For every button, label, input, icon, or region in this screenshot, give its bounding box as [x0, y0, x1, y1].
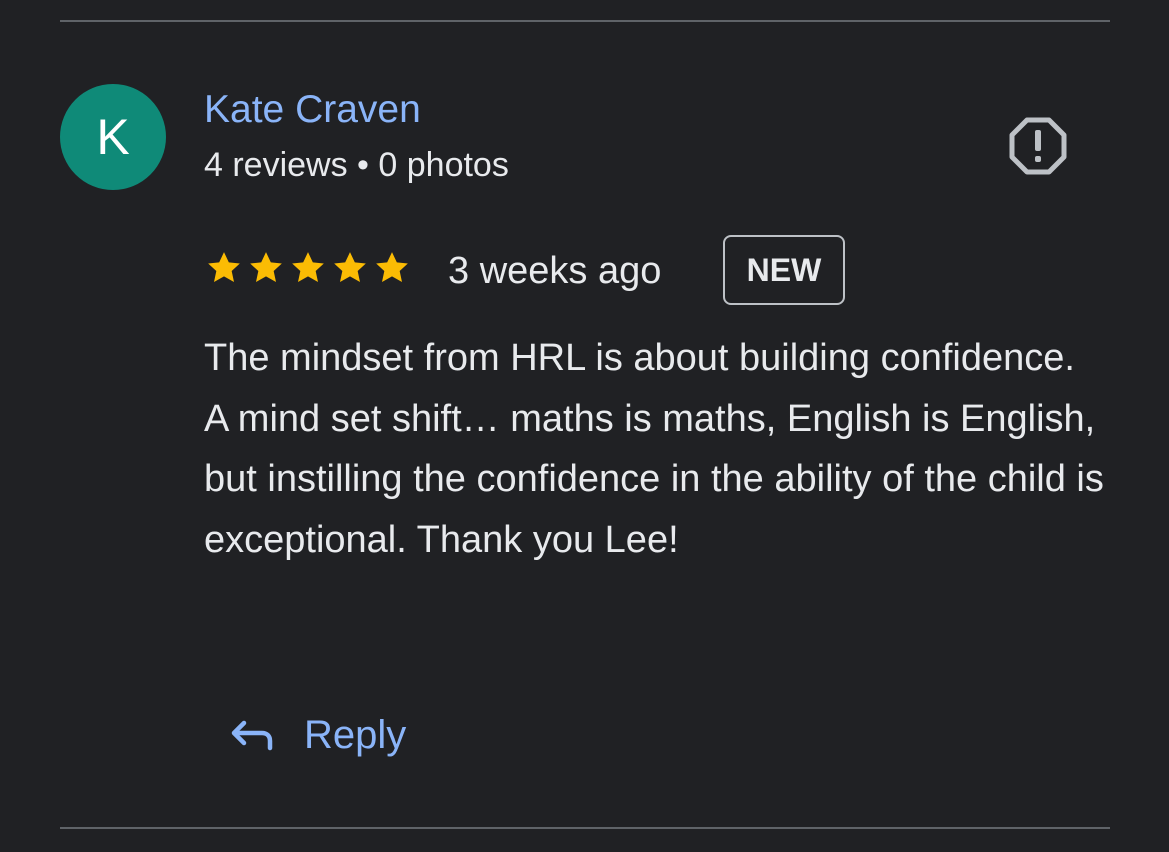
reply-arrow-icon	[231, 720, 273, 751]
review-card: K Kate Craven 4 reviews • 0 photos 3 wee…	[0, 0, 1169, 852]
star-icon	[376, 252, 408, 282]
star-icon	[292, 252, 324, 282]
avatar[interactable]: K	[60, 84, 166, 190]
star-rating	[204, 248, 412, 288]
star-icon	[250, 252, 282, 282]
review-time: 3 weeks ago	[448, 250, 662, 292]
report-flag-icon[interactable]	[1006, 114, 1070, 178]
author-meta: 4 reviews • 0 photos	[204, 146, 509, 184]
bottom-divider	[60, 827, 1110, 829]
reply-button[interactable]: Reply	[228, 700, 406, 770]
reply-label: Reply	[304, 712, 407, 757]
review-text: The mindset from HRL is about building c…	[204, 337, 1104, 561]
new-badge: NEW	[723, 235, 845, 305]
star-icon	[334, 252, 366, 282]
top-divider	[60, 20, 1110, 22]
avatar-initial: K	[96, 109, 130, 165]
star-icon	[208, 252, 240, 282]
author-name[interactable]: Kate Craven	[204, 88, 421, 132]
